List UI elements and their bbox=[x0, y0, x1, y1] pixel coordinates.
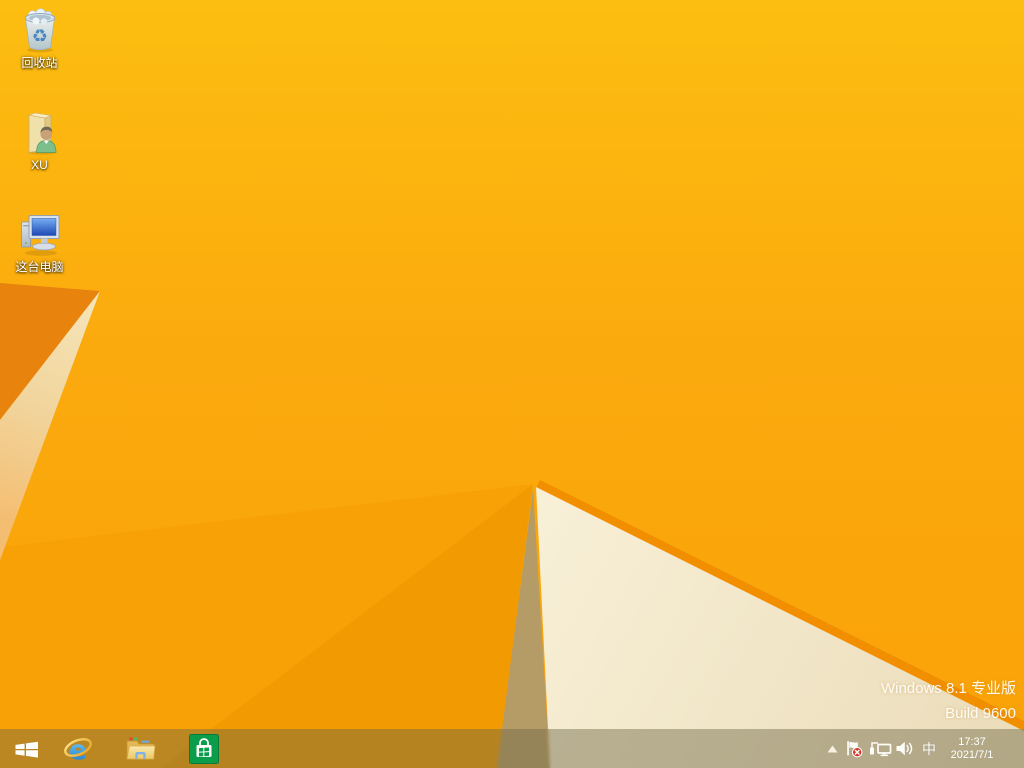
ime-indicator-text: 中 bbox=[922, 742, 936, 756]
network-status-button[interactable] bbox=[868, 729, 892, 768]
desktop-icon-label: 这台电脑 bbox=[15, 260, 63, 274]
user-folder-icon bbox=[16, 106, 64, 156]
taskbar-clock[interactable]: 17:37 2021/7/1 bbox=[941, 729, 1003, 768]
desktop-icon-user-folder[interactable]: XU bbox=[2, 106, 77, 172]
start-button[interactable] bbox=[4, 729, 48, 768]
show-hidden-icons-button[interactable] bbox=[824, 729, 840, 768]
windows-logo-icon bbox=[14, 738, 39, 759]
internet-explorer-icon: e bbox=[62, 733, 94, 765]
ime-language-indicator[interactable]: 中 bbox=[919, 729, 939, 768]
svg-text:♻: ♻ bbox=[31, 26, 47, 47]
this-pc-icon bbox=[16, 208, 64, 258]
watermark-edition: Windows 8.1 专业版 bbox=[881, 676, 1016, 701]
flag-alert-icon bbox=[844, 739, 864, 758]
taskbar: e bbox=[0, 729, 1024, 768]
windows-edition-watermark: Windows 8.1 专业版 Build 9600 bbox=[881, 676, 1016, 726]
wallpaper-image bbox=[0, 0, 1024, 768]
taskbar-app-file-explorer[interactable] bbox=[120, 729, 160, 768]
taskbar-app-windows-store[interactable] bbox=[184, 729, 224, 768]
action-center-button[interactable] bbox=[843, 729, 865, 768]
windows-store-icon bbox=[189, 734, 219, 764]
desktop-icon-recycle-bin[interactable]: ♻ 回收站 bbox=[2, 4, 77, 70]
watermark-build: Build 9600 bbox=[881, 701, 1016, 726]
clock-date: 2021/7/1 bbox=[951, 749, 994, 762]
desktop-icon-label: 回收站 bbox=[21, 56, 57, 70]
network-icon bbox=[869, 740, 892, 757]
chevron-up-icon bbox=[827, 745, 838, 753]
desktop-icon-this-pc[interactable]: 这台电脑 bbox=[2, 208, 77, 274]
volume-button[interactable] bbox=[893, 729, 915, 768]
desktop-icon-label: XU bbox=[31, 158, 48, 172]
file-explorer-icon bbox=[125, 733, 156, 764]
clock-time: 17:37 bbox=[958, 736, 986, 749]
taskbar-app-internet-explorer[interactable]: e bbox=[58, 729, 98, 768]
recycle-bin-icon: ♻ bbox=[16, 4, 64, 54]
desktop[interactable]: ♻ 回收站 XU bbox=[0, 0, 1024, 768]
speaker-icon bbox=[895, 740, 914, 757]
